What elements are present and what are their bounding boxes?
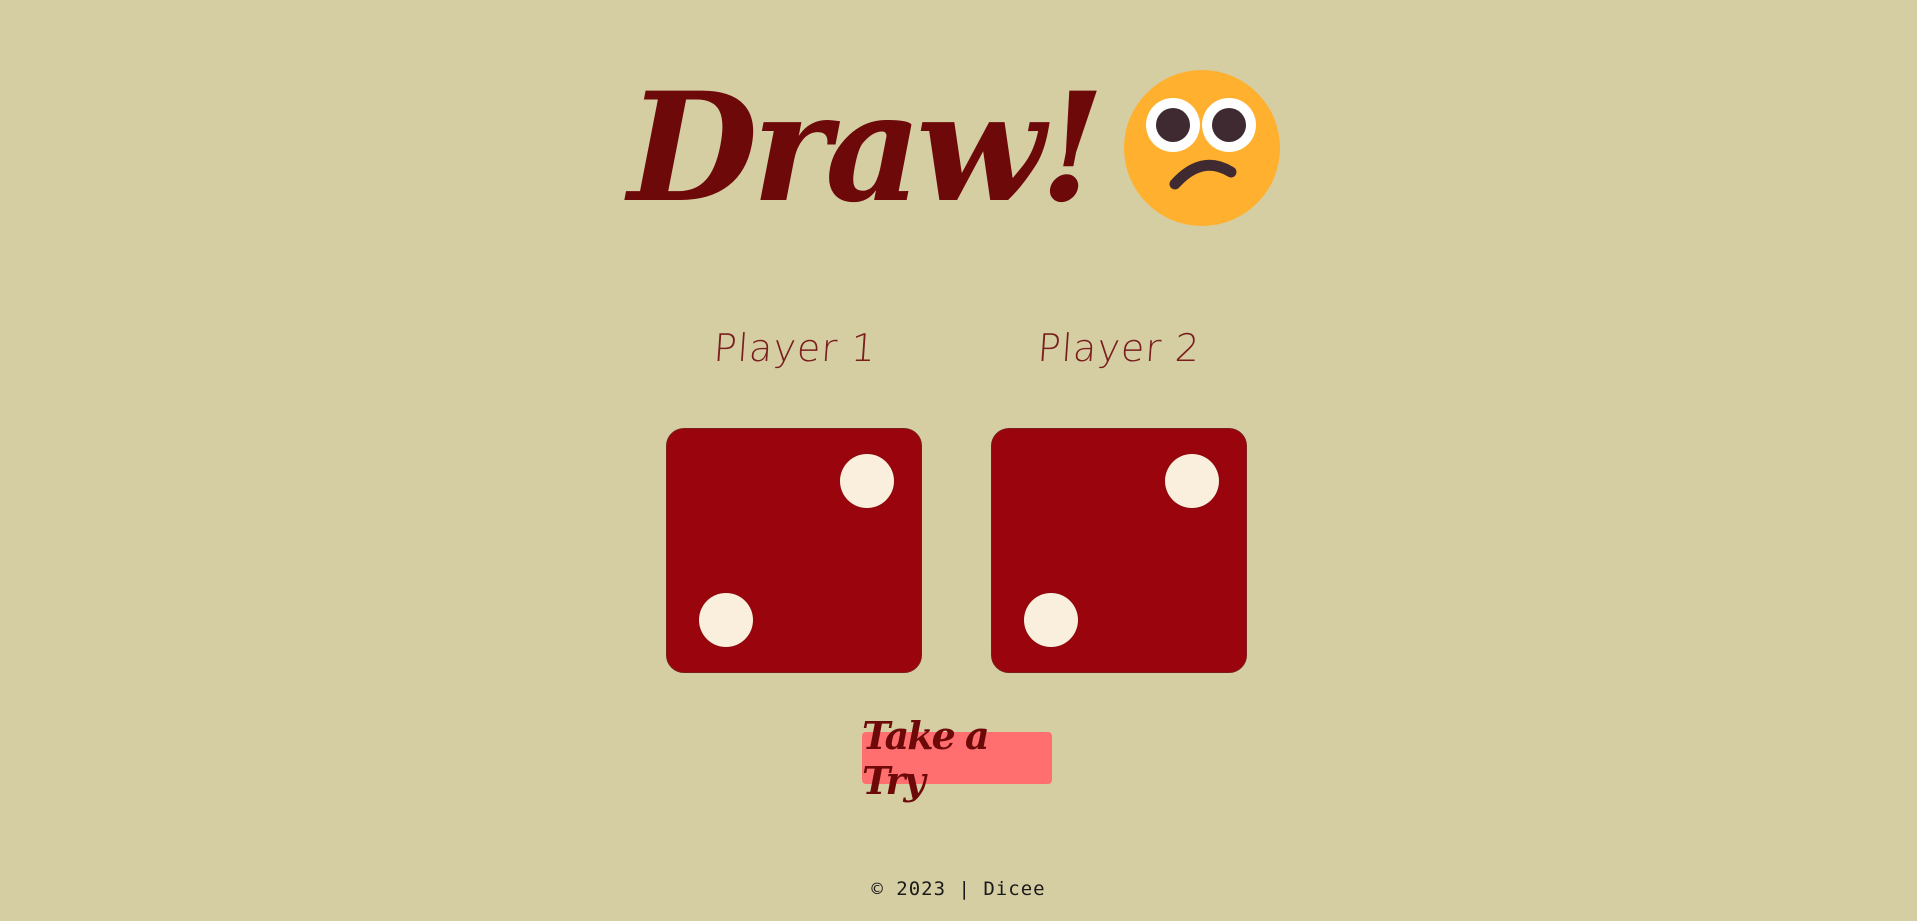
worried-face-icon <box>1124 70 1281 226</box>
player-2-die <box>991 428 1247 673</box>
player-2-label: Player 2 <box>1036 326 1202 370</box>
dicee-game-page: Draw! Player 1 Player 2 Take a Try © 202… <box>0 0 1917 921</box>
result-title: Draw! <box>627 60 1105 236</box>
take-a-try-button[interactable]: Take a Try <box>862 713 1052 803</box>
die-pip <box>1165 454 1219 508</box>
footer-copyright: © 2023 | Dicee <box>871 878 1046 900</box>
result-header: Draw! <box>0 58 1917 238</box>
die-pip <box>840 454 894 508</box>
player-1-label: Player 1 <box>712 326 878 370</box>
die-pip <box>699 593 753 647</box>
die-pip <box>1024 593 1078 647</box>
player-1-die <box>666 428 922 673</box>
